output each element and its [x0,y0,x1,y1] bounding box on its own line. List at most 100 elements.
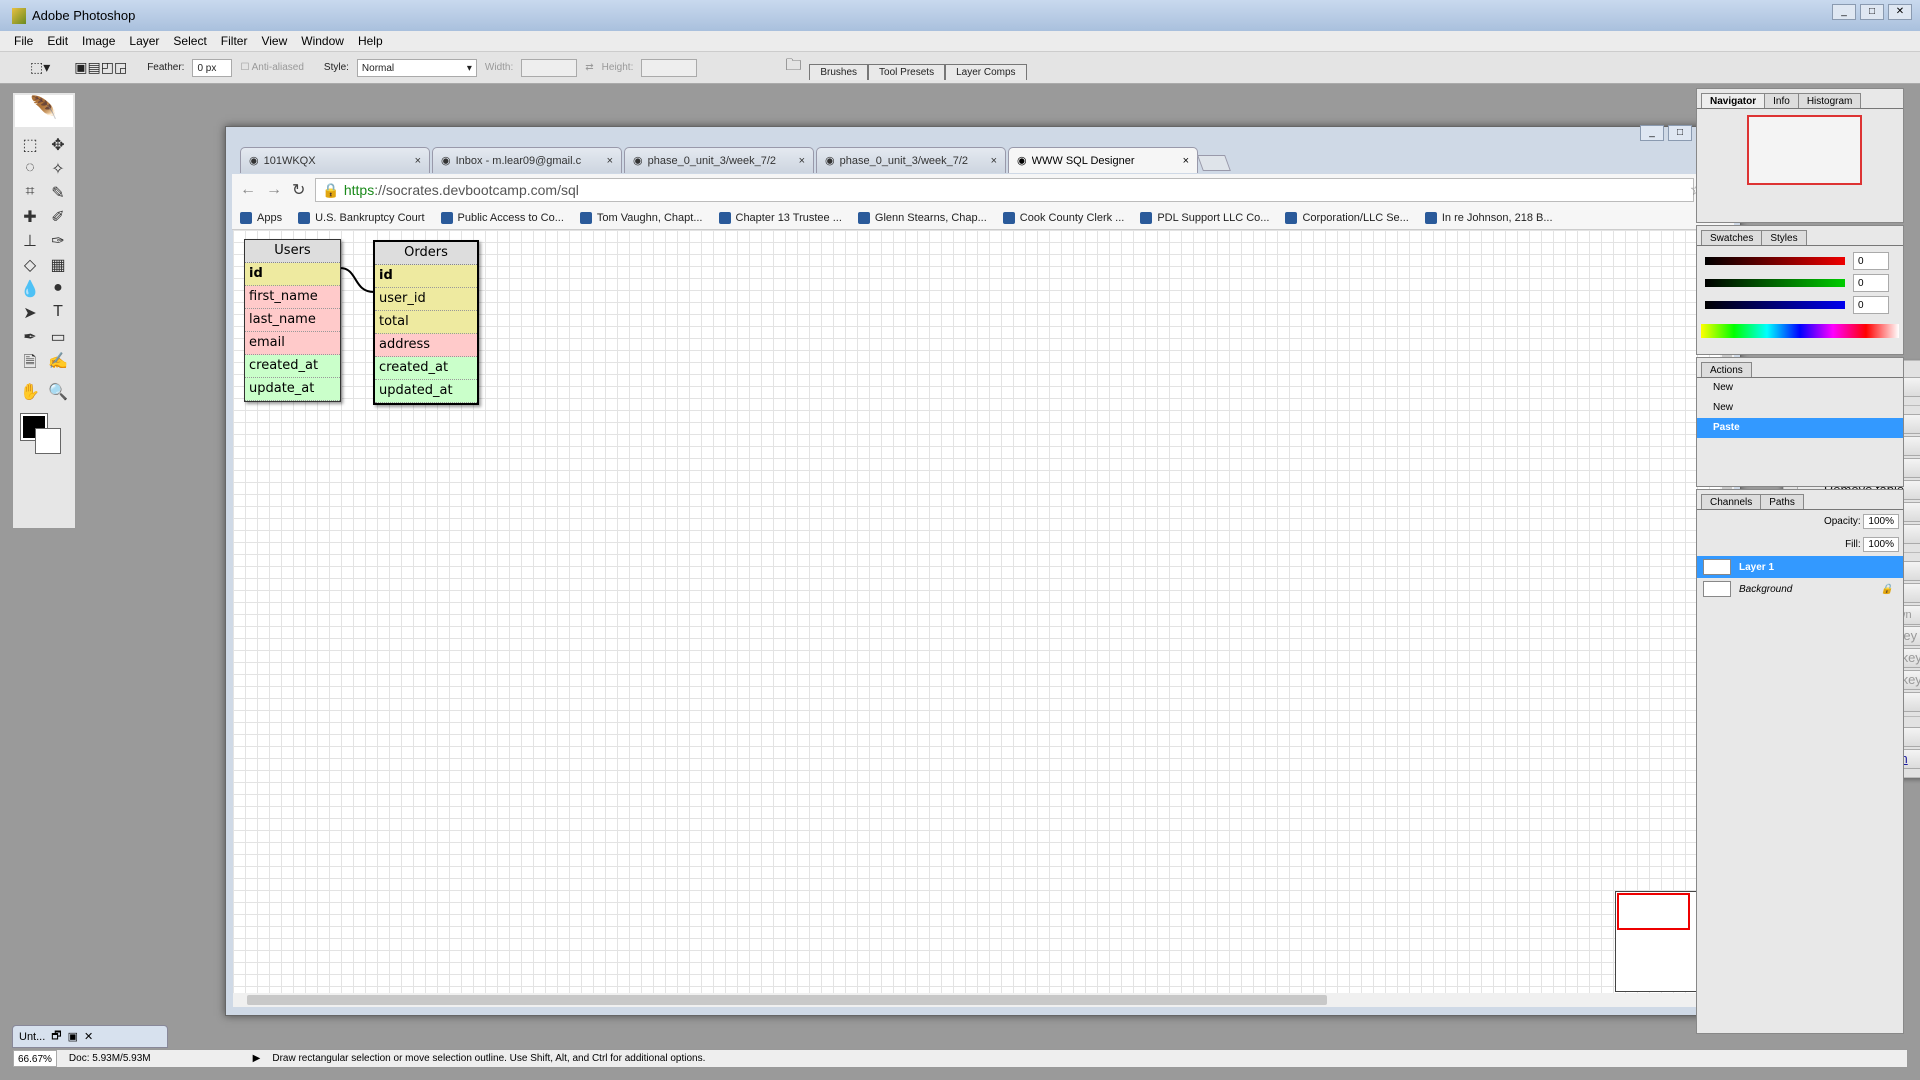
palette-well-icon[interactable]: 🗀 [785,54,801,81]
tool-icon-15[interactable]: T [45,303,71,323]
field-user_id[interactable]: user_id [375,288,477,311]
new-tab-button[interactable] [1197,155,1231,171]
panel-tab-paths[interactable]: Paths [1760,494,1804,509]
color-slider[interactable] [1705,279,1845,287]
tool-icon-2[interactable]: ◌ [17,159,43,179]
minimize-button[interactable]: _ [1832,4,1856,20]
layer-row[interactable]: Layer 1 [1697,556,1903,578]
style-select[interactable]: Normal ▾ [356,58,477,77]
color-swatches[interactable] [20,413,67,464]
width-input[interactable] [521,58,578,77]
maximize-button[interactable]: □ [1860,4,1884,20]
bookmark-5[interactable]: Glenn Stearns, Chap... [857,211,987,224]
tool-icon-13[interactable]: ● [45,279,71,299]
anti-aliased-checkbox[interactable]: ☐ Anti-aliased [240,62,303,73]
background-color[interactable] [35,428,61,454]
menu-view[interactable]: View [261,34,287,48]
horizontal-scrollbar[interactable] [233,993,1720,1007]
tool-icon-7[interactable]: ✐ [45,207,71,227]
selection-mode-icons[interactable]: ▣▤◰◲ [74,59,127,76]
tab-2[interactable]: ◉ phase_0_unit_3/week_7/2 × [624,147,814,173]
tool-icon-6[interactable]: ✚ [17,207,43,227]
color-value[interactable]: 0 [1853,252,1889,270]
panel-tab-channels[interactable]: Channels [1701,494,1762,509]
color-value[interactable]: 0 [1853,274,1889,292]
tab-0[interactable]: ◉ 101WKQX × [240,147,430,173]
tool-icon-9[interactable]: ✑ [45,231,71,251]
menu-help[interactable]: Help [358,34,383,48]
opacity-input[interactable]: 100% [1863,514,1899,529]
tool-icon-12[interactable]: 💧 [17,279,43,299]
field-created_at[interactable]: created_at [375,357,477,380]
menu-select[interactable]: Select [173,34,206,48]
close-button[interactable]: ✕ [1888,4,1912,20]
height-input[interactable] [641,58,698,77]
tool-icon-16[interactable]: ✒ [17,327,43,347]
field-id[interactable]: id [375,265,477,288]
browser-maximize-button[interactable]: □ [1668,125,1692,141]
panel-tab-swatches[interactable]: Swatches [1701,230,1763,245]
color-slider[interactable] [1705,301,1845,309]
palette-tab-1[interactable]: Tool Presets [868,63,946,80]
forward-icon[interactable]: → [266,181,282,199]
menu-image[interactable]: Image [82,34,115,48]
tab-close-icon[interactable]: × [991,155,997,167]
panel-tab-navigator[interactable]: Navigator [1701,93,1766,108]
navigator-preview[interactable] [1747,115,1862,185]
sql-designer-canvas[interactable]: Users id first_name last_name email created_a… [233,230,1720,993]
tool-icon-19[interactable]: ✍ [45,351,71,378]
fill-input[interactable]: 100% [1863,537,1899,552]
marquee-tool-preset-icon[interactable]: ⬚▾ [30,59,50,76]
panel-tab-info[interactable]: Info [1764,93,1799,108]
palette-tab-2[interactable]: Layer Comps [945,63,1027,80]
field-id[interactable]: id [245,263,340,286]
color-value[interactable]: 0 [1853,296,1889,314]
menu-window[interactable]: Window [301,34,344,48]
tab-3[interactable]: ◉ phase_0_unit_3/week_7/2 × [816,147,1006,173]
field-last_name[interactable]: last_name [245,309,340,332]
field-email[interactable]: email [245,332,340,355]
menu-layer[interactable]: Layer [129,34,159,48]
back-icon[interactable]: ← [240,181,256,199]
maximize-icon[interactable]: ▣ [68,1030,78,1043]
close-icon[interactable]: ✕ [84,1030,93,1043]
color-slider[interactable] [1705,257,1845,265]
field-first_name[interactable]: first_name [245,286,340,309]
tool-icon-10[interactable]: ◇ [17,255,43,275]
tool-icon-20[interactable]: ✋ [17,382,43,402]
history-item[interactable]: Paste [1697,418,1903,438]
tool-icon-0[interactable]: ⬚ [17,135,43,155]
restore-icon[interactable]: 🗗 [51,1027,61,1046]
panel-tab-actions[interactable]: Actions [1701,362,1752,377]
panel-tab-histogram[interactable]: Histogram [1797,93,1862,108]
field-total[interactable]: total [375,311,477,334]
history-item[interactable]: New [1697,378,1903,398]
tool-icon-3[interactable]: ✧ [45,159,71,179]
feather-input[interactable]: 0 px [192,58,233,77]
field-created_at[interactable]: created_at [245,355,340,378]
field-update_at[interactable]: update_at [245,378,340,401]
bookmark-4[interactable]: Chapter 13 Trustee ... [718,211,842,224]
menu-file[interactable]: File [14,34,33,48]
status-menu-arrow-icon[interactable]: ▶ [253,1053,261,1064]
bookmark-3[interactable]: Tom Vaughn, Chapt... [579,211,703,224]
tab-close-icon[interactable]: × [607,155,613,167]
tab-close-icon[interactable]: × [1183,155,1189,167]
minimized-document[interactable]: Unt... 🗗 ▣ ✕ [12,1025,168,1048]
table-orders[interactable]: Orders id user_id total address created_at upd… [373,240,479,405]
tab-close-icon[interactable]: × [799,155,805,167]
field-updated_at[interactable]: updated_at [375,380,477,403]
table-users[interactable]: Users id first_name last_name email created_a… [244,239,341,402]
tool-icon-8[interactable]: ⊥ [17,231,43,251]
tool-icon-21[interactable]: 🔍 [45,382,71,402]
tab-close-icon[interactable]: × [415,155,421,167]
zoom-level[interactable]: 66.67% [13,1050,57,1067]
bookmark-0[interactable]: Apps [240,211,282,224]
browser-minimize-button[interactable]: _ [1640,125,1664,141]
table-title[interactable]: Orders [375,242,477,265]
table-title[interactable]: Users [245,240,340,263]
panel-tab-styles[interactable]: Styles [1761,230,1807,245]
tool-icon-5[interactable]: ✎ [45,183,71,203]
palette-tab-0[interactable]: Brushes [809,63,869,80]
tab-1[interactable]: ◉ Inbox - m.lear09@gmail.c × [432,147,622,173]
